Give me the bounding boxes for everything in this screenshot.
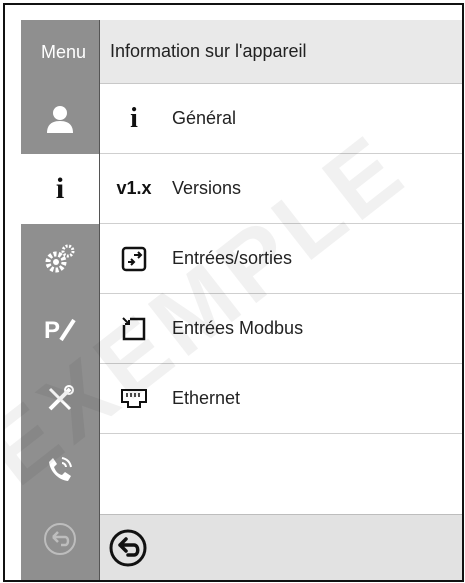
- sidebar-item-user[interactable]: [21, 84, 99, 154]
- list-item-label: Entrées Modbus: [172, 318, 304, 338]
- back-arrow-icon[interactable]: [108, 528, 148, 568]
- list-item-label: Versions: [172, 178, 242, 198]
- version-icon: v1.x: [116, 178, 152, 198]
- info-icon: i: [55, 172, 65, 205]
- inputs-outputs-icon: [121, 246, 147, 271]
- sidebar-item-info[interactable]: i: [21, 154, 99, 224]
- page-title: Information sur l'appareil: [100, 20, 462, 84]
- info-icon: i: [130, 102, 138, 134]
- sidebar-item-service[interactable]: [21, 434, 99, 504]
- program-edit-icon: P: [44, 317, 76, 344]
- list-item-general[interactable]: i Général: [100, 84, 462, 154]
- main-panel: Information sur l'appareil i Général v1.…: [99, 20, 462, 580]
- sidebar-item-settings[interactable]: [21, 224, 99, 294]
- list-item-label: Entrées/sorties: [172, 248, 293, 268]
- ethernet-icon: [121, 388, 147, 408]
- menu-label: Menu: [41, 42, 87, 62]
- svg-text:P: P: [44, 317, 60, 344]
- tools-icon: [48, 385, 74, 411]
- sidebar-item-tools[interactable]: [21, 364, 99, 434]
- footer-bar: [100, 514, 462, 580]
- list-item-modbus-inputs[interactable]: Entrées Modbus: [100, 294, 462, 364]
- user-icon: [47, 106, 73, 133]
- back-disabled-icon: [44, 523, 76, 555]
- list-item-inputs-outputs[interactable]: Entrées/sorties: [100, 224, 462, 294]
- list-item-ethernet[interactable]: Ethernet: [100, 364, 462, 434]
- modbus-input-icon: [122, 316, 146, 340]
- sidebar-item-program[interactable]: P: [21, 294, 99, 364]
- sidebar: Menu i P: [21, 20, 99, 580]
- list-item-versions[interactable]: v1.x Versions: [100, 154, 462, 224]
- gears-icon: [45, 244, 75, 273]
- device-screen: Menu i P Information sur l'appareil i Gé…: [3, 3, 464, 582]
- list-item-label: Ethernet: [172, 388, 241, 408]
- list-item-label: Général: [172, 108, 237, 128]
- phone-service-icon: [49, 457, 72, 481]
- sidebar-item-back: [21, 504, 99, 574]
